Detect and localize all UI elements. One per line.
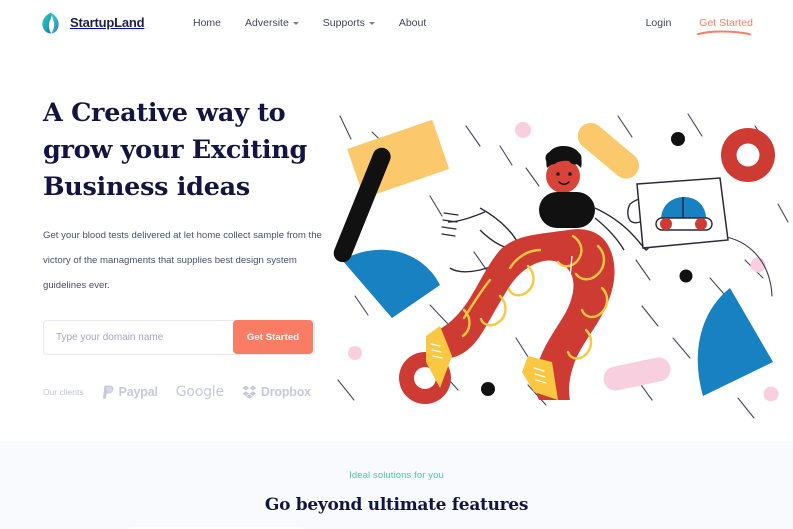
landing-page: StartupLand Home Adversite Supports Abou…	[0, 0, 793, 529]
domain-signup-form: Get Started	[43, 320, 315, 355]
client-logos-row: Our clients Paypal Google Dropbox	[43, 384, 343, 400]
get-started-nav-label: Get Started	[699, 16, 753, 29]
chevron-down-icon	[292, 22, 299, 25]
client-logo-dropbox-label: Dropbox	[260, 385, 311, 399]
features-eyebrow: Ideal solutions for you	[349, 470, 444, 481]
get-started-nav-link[interactable]: Get Started	[697, 16, 753, 35]
nav-item-adversite-label: Adversite	[245, 16, 289, 29]
nav-item-adversite[interactable]: Adversite	[245, 17, 299, 29]
features-section: Ideal solutions for you Go beyond ultima…	[0, 441, 793, 529]
hero-title-line-2: grow your Exciting	[43, 135, 308, 165]
brand-name: StartupLand	[70, 15, 145, 30]
creative-person-illustration	[330, 100, 793, 430]
nav-item-supports-label: Supports	[322, 16, 365, 29]
hero-section: A Creative way to grow your Exciting Bus…	[0, 45, 793, 441]
client-logo-google: Google	[176, 384, 224, 400]
red-donut-shape	[721, 128, 775, 182]
nav-actions: Login Get Started	[646, 16, 753, 35]
hero-title-line-3: Business ideas	[43, 172, 250, 202]
nav-item-about-label: About	[398, 16, 427, 29]
underline-swoosh-icon	[697, 30, 752, 35]
get-started-button[interactable]: Get Started	[233, 320, 313, 354]
our-clients-label: Our clients	[43, 387, 84, 397]
chevron-down-icon	[368, 22, 375, 25]
login-link[interactable]: Login	[646, 17, 672, 29]
hero-title-line-1: A Creative way to	[43, 98, 286, 128]
client-logo-paypal-label: Paypal	[118, 385, 158, 399]
client-logo-paypal: Paypal	[102, 385, 158, 400]
framed-picture	[636, 177, 729, 249]
paypal-icon	[102, 385, 114, 399]
navbar: StartupLand Home Adversite Supports Abou…	[0, 0, 793, 45]
nav-item-home[interactable]: Home	[193, 17, 221, 29]
leaf-logo-icon	[40, 11, 62, 35]
brand-logo-link[interactable]: StartupLand	[40, 11, 145, 35]
client-logo-google-label: Google	[175, 384, 224, 400]
dropbox-icon	[242, 385, 257, 399]
hero-copy: A Creative way to grow your Exciting Bus…	[43, 95, 343, 400]
nav-links: Home Adversite Supports About	[193, 17, 426, 29]
features-title: Go beyond ultimate features	[264, 495, 529, 515]
hero-title: A Creative way to grow your Exciting Bus…	[43, 95, 343, 206]
nav-item-supports[interactable]: Supports	[323, 17, 375, 29]
nav-item-home-label: Home	[193, 16, 222, 29]
nav-item-about[interactable]: About	[399, 17, 426, 29]
client-logo-dropbox: Dropbox	[242, 385, 311, 399]
hero-subtitle: Get your blood tests delivered at let ho…	[43, 230, 322, 291]
